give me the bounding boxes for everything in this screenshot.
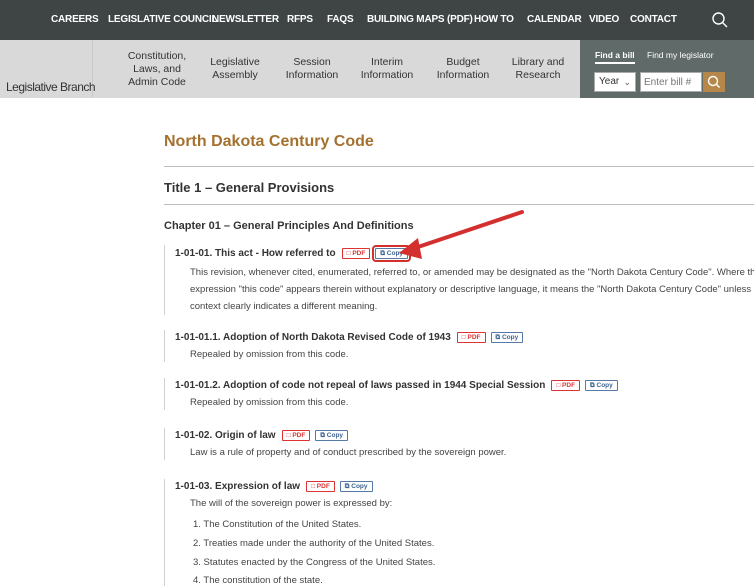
text-line: Repealed by omission from this code. [190, 397, 349, 408]
nav-rfps[interactable]: RFPS [287, 0, 313, 40]
pdf-button[interactable]: □ PDF [551, 380, 581, 391]
section-text: Law is a rule of property and of conduct… [190, 444, 506, 461]
menu-label: Information [285, 69, 339, 81]
nav-building-maps[interactable]: BUILDING MAPS (PDF) [367, 0, 473, 40]
text-line: This revision, whenever cited, enumerate… [190, 267, 754, 278]
text-line: context clearly indicates a different me… [190, 301, 378, 312]
section-heading: 1-01-02. Origin of law [175, 430, 276, 441]
list-item: 2. Treaties made under the authority of … [193, 538, 435, 549]
text-line: expression "this code" appears therein w… [190, 284, 754, 295]
copy-label: Copy [351, 483, 368, 490]
text-line: Law is a rule of property and of conduct… [190, 447, 507, 458]
copy-label: Copy [326, 432, 344, 439]
menu-budget-information[interactable]: Budget Information [428, 40, 498, 98]
nav-faqs[interactable]: FAQS [327, 0, 354, 40]
section-1-01-01-1: 1-01-01.1. Adoption of North Dakota Revi… [164, 330, 754, 362]
section-heading: 1-01-01.1. Adoption of North Dakota Revi… [175, 332, 451, 343]
list-item: 1. The Constitution of the United States… [193, 519, 362, 530]
copy-label: Copy [596, 382, 613, 389]
search-icon [707, 75, 720, 88]
nav-contact[interactable]: CONTACT [630, 0, 677, 40]
copy-button[interactable]: ⧉ Copy [339, 481, 373, 492]
section-text: Repealed by omission from this code. [190, 346, 348, 363]
pdf-button[interactable]: □ PDF [281, 430, 311, 441]
bill-number-input[interactable] [640, 72, 702, 92]
menu-interim-information[interactable]: Interim Information [352, 40, 422, 98]
top-navigation-bar: CAREERS LEGISLATIVE COUNCIL NEWSLETTER R… [0, 0, 754, 40]
menu-session-information[interactable]: Session Information [277, 40, 347, 98]
search-icon[interactable] [711, 11, 729, 29]
menu-label: Laws, and [133, 62, 181, 75]
menu-label: Assembly [212, 69, 258, 81]
section-1-01-03: 1-01-03. Expression of law □ PDF ⧉ Copy … [164, 479, 754, 586]
pdf-button[interactable]: □ PDF [341, 248, 371, 259]
section-1-01-01: 1-01-01. This act - How referred to □ PD… [164, 245, 754, 315]
nav-careers[interactable]: CAREERS [51, 0, 99, 40]
section-text: This revision, whenever cited, enumerate… [190, 264, 754, 315]
nav-legislative-council[interactable]: LEGISLATIVE COUNCIL [108, 0, 218, 40]
pdf-button[interactable]: □ PDF [456, 332, 486, 343]
copy-label: Copy [501, 334, 519, 341]
menu-label: Admin Code [128, 75, 186, 88]
section-text: Repealed by omission from this code. [190, 394, 348, 411]
text-line: The will of the sovereign power is expre… [190, 498, 393, 509]
menu-library-research[interactable]: Library and Research [503, 40, 573, 98]
menu-label: Information [360, 69, 414, 81]
menu-label: Research [515, 69, 561, 81]
menu-label: Library and [511, 56, 565, 68]
section-text: The will of the sovereign power is expre… [190, 495, 392, 512]
divider [164, 166, 754, 167]
menu-label: Legislative [210, 56, 260, 68]
year-select-value: Year [599, 76, 620, 87]
page-title: North Dakota Century Code [164, 133, 374, 150]
copy-button[interactable]: ⧉ Copy [490, 332, 524, 343]
bill-search-button[interactable] [703, 72, 725, 92]
menu-label: Session [293, 56, 331, 68]
list-item: 3. Statutes enacted by the Congress of t… [193, 557, 436, 568]
menu-constitution-laws[interactable]: Constitution, Laws, and Admin Code [117, 40, 197, 98]
pdf-label: PDF [467, 334, 481, 341]
section-heading: 1-01-03. Expression of law [175, 481, 301, 492]
find-bill-panel: Find a bill Find my legislator Year ⌄ [580, 40, 754, 98]
chapter-heading: Chapter 01 – General Principles And Defi… [164, 220, 414, 232]
menu-label: Constitution, [127, 49, 187, 62]
site-logo[interactable]: Legislative Branch [0, 40, 96, 98]
pdf-label: PDF [352, 250, 366, 257]
menu-label: Interim [370, 56, 404, 68]
tab-find-bill[interactable]: Find a bill [595, 50, 635, 64]
nav-how-to[interactable]: HOW TO [474, 0, 514, 40]
section-heading: 1-01-01.2. Adoption of code not repeal o… [175, 380, 546, 391]
year-select[interactable]: Year ⌄ [594, 72, 636, 92]
menu-label: Information [436, 69, 490, 81]
brand-text: Legislative Branch [6, 80, 96, 94]
text-line: Repealed by omission from this code. [190, 349, 349, 360]
section-heading: 1-01-01. This act - How referred to [175, 248, 336, 259]
copy-button[interactable]: ⧉ Copy [585, 380, 618, 391]
copy-button[interactable]: ⧉ Copy [315, 430, 349, 441]
copy-button[interactable]: ⧉ Copy [372, 245, 412, 262]
pdf-label: PDF [316, 483, 330, 490]
pdf-button[interactable]: □ PDF [306, 481, 335, 492]
nav-video[interactable]: VIDEO [589, 0, 619, 40]
pdf-label: PDF [292, 432, 306, 439]
section-1-01-01-2: 1-01-01.2. Adoption of code not repeal o… [164, 378, 754, 410]
pdf-label: PDF [562, 382, 576, 389]
nav-newsletter[interactable]: NEWSLETTER [212, 0, 279, 40]
chevron-down-icon: ⌄ [623, 77, 631, 87]
menu-legislative-assembly[interactable]: Legislative Assembly [200, 40, 270, 98]
section-1-01-02: 1-01-02. Origin of law □ PDF ⧉ Copy Law … [164, 428, 754, 460]
copy-label: Copy [386, 250, 404, 257]
tab-find-legislator[interactable]: Find my legislator [647, 50, 714, 60]
menu-label: Budget [446, 56, 480, 68]
list-item: 4. The constitution of the state. [193, 575, 323, 586]
title-heading: Title 1 – General Provisions [164, 180, 335, 195]
nav-calendar[interactable]: CALENDAR [527, 0, 582, 40]
divider [164, 204, 754, 205]
